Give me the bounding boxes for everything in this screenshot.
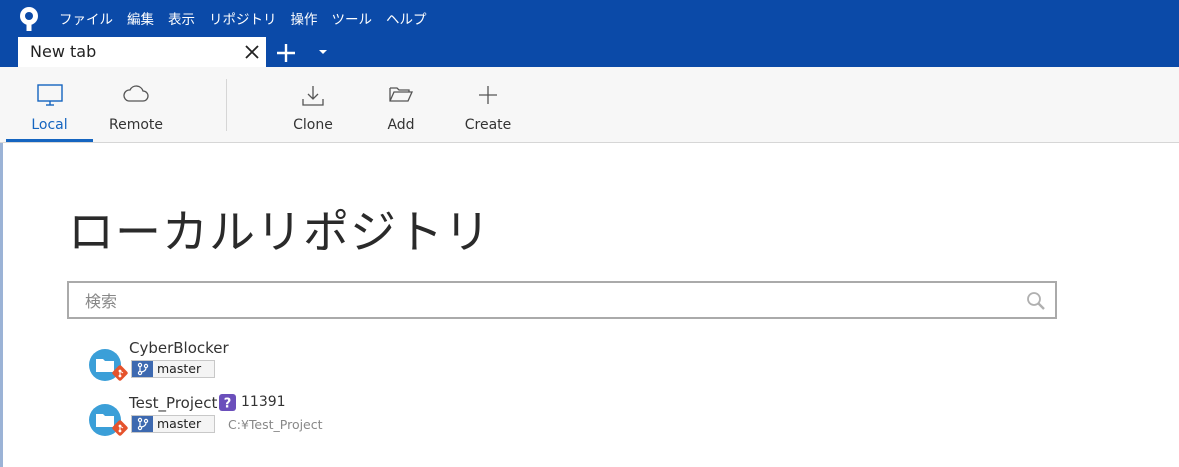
repo-item-cyberblocker[interactable]: CyberBlocker master bbox=[88, 339, 588, 389]
search-icon[interactable] bbox=[1026, 291, 1046, 311]
close-icon[interactable] bbox=[244, 44, 260, 60]
branch-name: master bbox=[157, 416, 202, 431]
menu-tools[interactable]: ツール bbox=[325, 8, 380, 28]
branch-icon bbox=[132, 361, 153, 377]
download-icon bbox=[302, 86, 324, 106]
sourcetree-logo-icon[interactable] bbox=[17, 6, 41, 32]
menu-bar: ファイル 編集 表示 リポジトリ 操作 ツール ヘルプ bbox=[52, 0, 434, 36]
search-box bbox=[67, 281, 1057, 319]
svg-text:?: ? bbox=[224, 397, 232, 412]
cloud-icon bbox=[123, 85, 149, 102]
menu-repository[interactable]: リポジトリ bbox=[202, 8, 284, 28]
repo-name: Test_Project bbox=[129, 394, 218, 412]
active-tab-indicator bbox=[6, 139, 93, 142]
repo-item-test-project[interactable]: Test_Project ? 11391 master C:¥Test_Proj… bbox=[88, 394, 588, 444]
page-title: ローカルリポジトリ bbox=[68, 205, 491, 259]
toolbar-divider bbox=[226, 79, 227, 131]
question-icon: ? bbox=[219, 394, 236, 411]
plus-icon bbox=[479, 86, 497, 104]
chevron-down-icon[interactable] bbox=[316, 46, 330, 58]
create-button[interactable]: Create bbox=[453, 67, 523, 143]
clone-button[interactable]: Clone bbox=[278, 67, 348, 143]
repo-folder-icon bbox=[89, 404, 128, 436]
menu-edit[interactable]: 編集 bbox=[120, 8, 161, 28]
local-button[interactable]: Local bbox=[6, 67, 93, 143]
branch-badge: master bbox=[131, 360, 215, 378]
clone-label: Clone bbox=[293, 117, 333, 133]
title-bar: ファイル 編集 表示 リポジトリ 操作 ツール ヘルプ New tab bbox=[0, 0, 1179, 67]
tab-label: New tab bbox=[30, 42, 97, 61]
local-label: Local bbox=[31, 117, 68, 133]
add-label: Add bbox=[387, 117, 415, 133]
branch-name: master bbox=[157, 361, 202, 376]
toolbar: Local Remote Clone Add Create bbox=[0, 67, 1179, 143]
menu-view[interactable]: 表示 bbox=[161, 8, 202, 28]
branch-icon bbox=[132, 416, 153, 432]
new-tab-plus-icon[interactable] bbox=[276, 43, 296, 63]
create-label: Create bbox=[464, 117, 512, 133]
repo-path: C:¥Test_Project bbox=[228, 417, 323, 432]
remote-label: Remote bbox=[108, 117, 164, 133]
remote-button[interactable]: Remote bbox=[96, 67, 176, 143]
repo-folder-icon bbox=[89, 349, 128, 381]
monitor-icon bbox=[36, 84, 63, 106]
menu-actions[interactable]: 操作 bbox=[284, 8, 325, 28]
add-button[interactable]: Add bbox=[366, 67, 436, 143]
tab-new-tab[interactable]: New tab bbox=[18, 37, 266, 67]
status-count: 11391 bbox=[241, 394, 286, 410]
search-input[interactable] bbox=[83, 289, 1007, 313]
menu-help[interactable]: ヘルプ bbox=[379, 8, 434, 28]
branch-badge: master bbox=[131, 415, 215, 433]
repo-name: CyberBlocker bbox=[129, 339, 229, 357]
window-left-edge bbox=[0, 143, 3, 467]
menu-file[interactable]: ファイル bbox=[52, 8, 120, 28]
folder-open-icon bbox=[389, 87, 414, 102]
